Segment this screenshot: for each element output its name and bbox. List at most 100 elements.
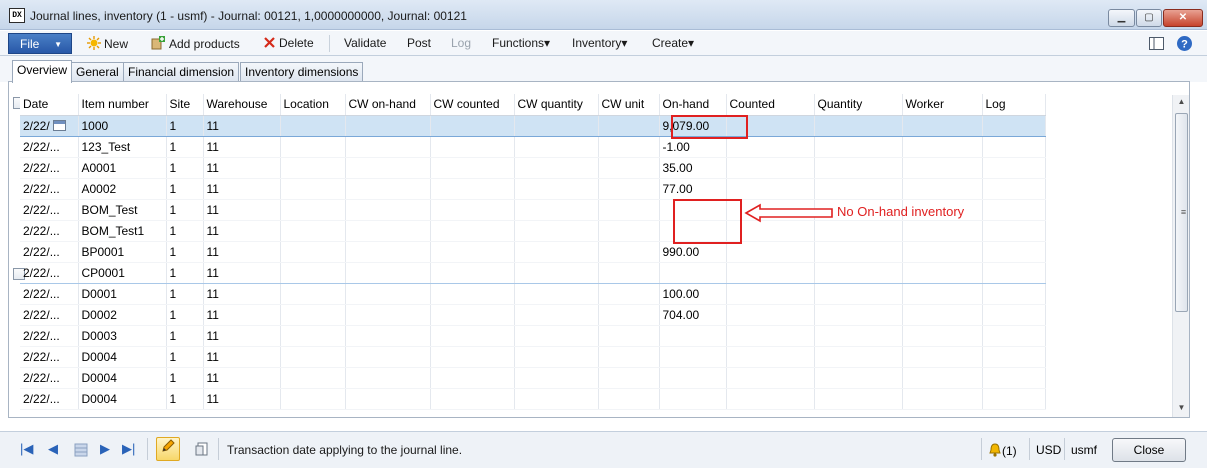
warehouse-cell[interactable]: 11 bbox=[203, 283, 281, 305]
file-menu-button[interactable]: File ▼ bbox=[8, 33, 72, 54]
col-warehouse[interactable]: Warehouse bbox=[203, 94, 281, 116]
table-row[interactable]: 2/22/... A0002 1 11 77.00 bbox=[20, 178, 1046, 200]
table-row[interactable]: 2/22/... D0002 1 11 704.00 bbox=[20, 304, 1046, 326]
site-cell[interactable]: 1 bbox=[166, 114, 204, 137]
attachment-icon[interactable] bbox=[195, 442, 209, 457]
tab-inventory-dimensions[interactable]: Inventory dimensions bbox=[240, 62, 364, 82]
col-worker[interactable]: Worker bbox=[902, 94, 983, 116]
quantity-cell[interactable] bbox=[814, 178, 903, 200]
quantity-cell[interactable] bbox=[814, 157, 903, 179]
cw-counted-cell[interactable] bbox=[430, 283, 515, 305]
cw-counted-cell[interactable] bbox=[430, 220, 515, 242]
col-on-hand[interactable]: On-hand bbox=[659, 94, 727, 116]
col-cw-on-hand[interactable]: CW on-hand bbox=[345, 94, 431, 116]
worker-cell[interactable] bbox=[902, 325, 983, 347]
item-cell[interactable]: A0001 bbox=[78, 157, 167, 179]
cw-counted-cell[interactable] bbox=[430, 346, 515, 368]
date-cell[interactable]: 2/22/... bbox=[20, 346, 79, 368]
table-row[interactable]: 2/22/... D0001 1 11 100.00 bbox=[20, 283, 1046, 305]
worker-cell[interactable] bbox=[902, 220, 983, 242]
table-row[interactable]: 2/22/... D0003 1 11 bbox=[20, 325, 1046, 347]
site-cell[interactable]: 1 bbox=[166, 325, 204, 347]
table-row[interactable]: 2/22/... D0004 1 11 bbox=[20, 346, 1046, 368]
cw-quantity-cell[interactable] bbox=[514, 261, 599, 284]
table-row[interactable]: 2/22/... BP0001 1 11 990.00 bbox=[20, 241, 1046, 263]
cw-quantity-cell[interactable] bbox=[514, 304, 599, 326]
table-row[interactable]: 2/22/... D0004 1 11 bbox=[20, 367, 1046, 389]
site-cell[interactable]: 1 bbox=[166, 283, 204, 305]
counted-cell[interactable] bbox=[726, 304, 815, 326]
item-cell[interactable]: D0003 bbox=[78, 325, 167, 347]
previous-record-icon[interactable]: ◀ bbox=[48, 441, 58, 457]
warehouse-cell[interactable]: 11 bbox=[203, 304, 281, 326]
warehouse-cell[interactable]: 11 bbox=[203, 241, 281, 263]
table-row[interactable]: 2/22/... A0001 1 11 35.00 bbox=[20, 157, 1046, 179]
quantity-cell[interactable] bbox=[814, 136, 903, 158]
cw-quantity-cell[interactable] bbox=[514, 325, 599, 347]
site-cell[interactable]: 1 bbox=[166, 220, 204, 242]
warehouse-cell[interactable]: 11 bbox=[203, 388, 281, 410]
quantity-cell[interactable] bbox=[814, 261, 903, 284]
cw-counted-cell[interactable] bbox=[430, 367, 515, 389]
cw-quantity-cell[interactable] bbox=[514, 114, 599, 137]
tab-overview[interactable]: Overview bbox=[12, 60, 73, 83]
warehouse-cell[interactable]: 11 bbox=[203, 178, 281, 200]
worker-cell[interactable] bbox=[902, 304, 983, 326]
quantity-cell[interactable] bbox=[814, 346, 903, 368]
date-cell[interactable]: 2/22/... bbox=[20, 304, 79, 326]
site-cell[interactable]: 1 bbox=[166, 367, 204, 389]
counted-cell[interactable] bbox=[726, 157, 815, 179]
location-cell[interactable] bbox=[280, 178, 346, 200]
cw-counted-cell[interactable] bbox=[430, 241, 515, 263]
site-cell[interactable]: 1 bbox=[166, 346, 204, 368]
worker-cell[interactable] bbox=[902, 114, 983, 137]
date-cell[interactable]: 2/22/... bbox=[20, 136, 79, 158]
new-button[interactable]: New bbox=[87, 36, 128, 51]
close-window-button[interactable]: ✕ bbox=[1163, 9, 1203, 27]
company-indicator[interactable]: usmf bbox=[1071, 443, 1097, 457]
currency-indicator[interactable]: USD bbox=[1036, 443, 1061, 457]
location-cell[interactable] bbox=[280, 346, 346, 368]
cw-quantity-cell[interactable] bbox=[514, 199, 599, 221]
location-cell[interactable] bbox=[280, 136, 346, 158]
scroll-up-icon[interactable]: ▲ bbox=[1173, 95, 1189, 109]
cw-counted-cell[interactable] bbox=[430, 325, 515, 347]
warehouse-cell[interactable]: 11 bbox=[203, 325, 281, 347]
delete-button[interactable]: Delete bbox=[263, 36, 314, 50]
scroll-down-icon[interactable]: ▼ bbox=[1173, 401, 1189, 415]
item-cell[interactable]: D0004 bbox=[78, 388, 167, 410]
cw-counted-cell[interactable] bbox=[430, 114, 515, 137]
warehouse-cell[interactable]: 11 bbox=[203, 114, 281, 137]
table-row[interactable]: 2/22/... D0004 1 11 bbox=[20, 388, 1046, 410]
warehouse-cell[interactable]: 11 bbox=[203, 367, 281, 389]
item-cell[interactable]: 123_Test bbox=[78, 136, 167, 158]
worker-cell[interactable] bbox=[902, 388, 983, 410]
counted-cell[interactable] bbox=[726, 261, 815, 284]
warehouse-cell[interactable]: 11 bbox=[203, 199, 281, 221]
col-item-number[interactable]: Item number bbox=[78, 94, 167, 116]
cw-counted-cell[interactable] bbox=[430, 261, 515, 284]
counted-cell[interactable] bbox=[726, 367, 815, 389]
location-cell[interactable] bbox=[280, 325, 346, 347]
item-cell[interactable]: BP0001 bbox=[78, 241, 167, 263]
date-cell[interactable]: 2/22/... bbox=[20, 157, 79, 179]
worker-cell[interactable] bbox=[902, 136, 983, 158]
site-cell[interactable]: 1 bbox=[166, 199, 204, 221]
counted-cell[interactable] bbox=[726, 325, 815, 347]
location-cell[interactable] bbox=[280, 220, 346, 242]
date-cell[interactable]: 2/22/... bbox=[20, 367, 79, 389]
site-cell[interactable]: 1 bbox=[166, 241, 204, 263]
date-cell[interactable]: 2/22/... bbox=[20, 325, 79, 347]
worker-cell[interactable] bbox=[902, 241, 983, 263]
tab-financial-dimension[interactable]: Financial dimension bbox=[123, 62, 240, 82]
help-icon[interactable]: ? bbox=[1176, 35, 1193, 52]
validate-button[interactable]: Validate bbox=[344, 36, 386, 50]
worker-cell[interactable] bbox=[902, 283, 983, 305]
counted-cell[interactable] bbox=[726, 346, 815, 368]
warehouse-cell[interactable]: 11 bbox=[203, 346, 281, 368]
warehouse-cell[interactable]: 11 bbox=[203, 261, 281, 284]
site-cell[interactable]: 1 bbox=[166, 388, 204, 410]
table-row[interactable]: 2/22/ 1000 1 11 9,079.00 bbox=[20, 114, 1046, 137]
log-button[interactable]: Log bbox=[451, 36, 471, 50]
functions-menu[interactable]: Functions▾ bbox=[492, 36, 550, 50]
